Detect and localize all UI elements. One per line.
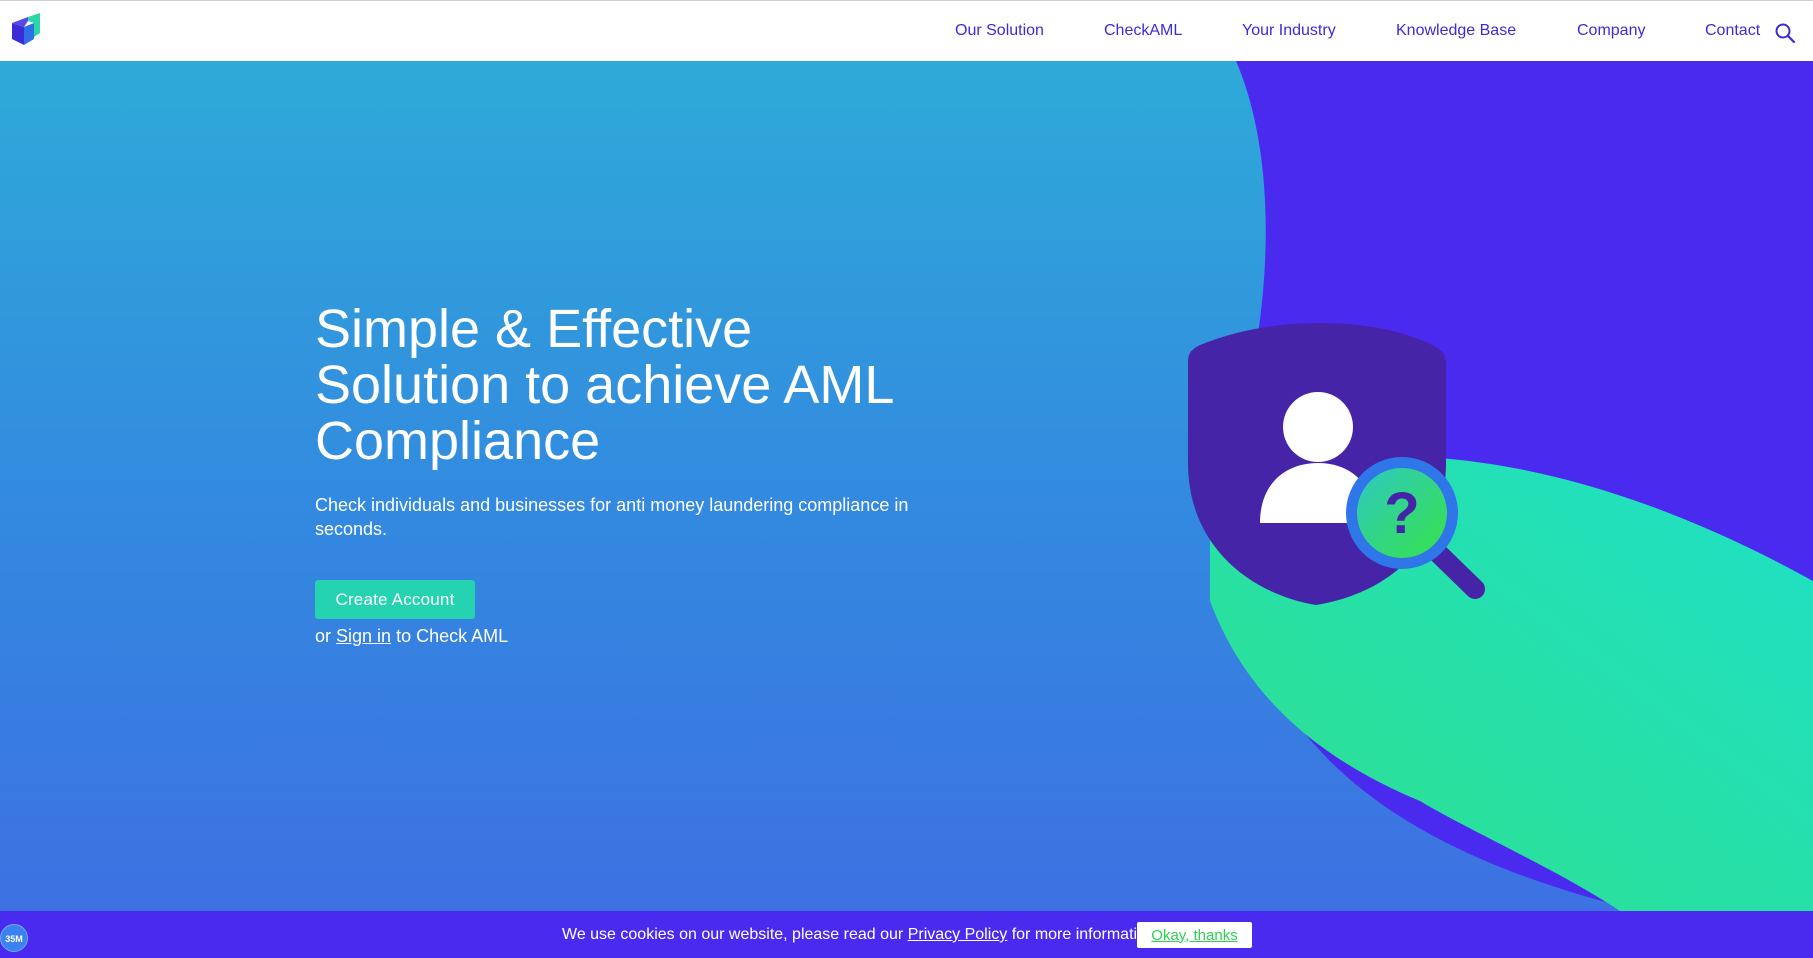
hero-title: Simple & Effective Solution to achieve A…	[315, 301, 955, 469]
nav-knowledge-base[interactable]: Knowledge Base	[1396, 22, 1516, 40]
nav-contact[interactable]: Contact	[1705, 22, 1760, 40]
cookie-text-after: for more information	[1007, 926, 1155, 943]
create-account-button[interactable]: Create Account	[315, 580, 475, 619]
nav-our-solution[interactable]: Our Solution	[955, 22, 1044, 40]
signin-link[interactable]: Sign in	[336, 626, 391, 646]
hero-subtitle: Check individuals and businesses for ant…	[315, 495, 909, 539]
cube-logo-icon[interactable]	[10, 11, 48, 49]
cookie-text-before: We use cookies on our website, please re…	[562, 926, 908, 943]
signin-line: or Sign in to Check AML	[315, 626, 508, 647]
shield-user-magnifier-icon: ?	[1188, 323, 1485, 605]
signin-prefix: or	[315, 626, 337, 646]
cookie-bar: We use cookies on our website, please re…	[0, 911, 1813, 958]
hero-section: Simple & Effective Solution to achieve A…	[0, 61, 1813, 911]
hero-title-line: Solution to achieve AML	[315, 355, 895, 415]
signin-suffix: to Check AML	[391, 626, 509, 646]
hero-background-shapes	[1210, 61, 1813, 911]
nav-company[interactable]: Company	[1577, 22, 1645, 40]
nav-your-industry[interactable]: Your Industry	[1242, 22, 1336, 40]
nav-checkaml[interactable]: CheckAML	[1104, 22, 1182, 40]
privacy-policy-link[interactable]: Privacy Policy	[908, 926, 1008, 943]
cookie-text: We use cookies on our website, please re…	[562, 926, 1155, 944]
floating-badge[interactable]: 35M	[0, 924, 28, 952]
search-icon[interactable]	[1774, 22, 1796, 44]
hero-title-line: Compliance	[315, 411, 601, 471]
hero-title-line: Simple & Effective	[315, 299, 753, 359]
question-mark: ?	[1384, 481, 1419, 546]
okay-thanks-button[interactable]: Okay, thanks	[1137, 922, 1252, 948]
site-header: Our Solution CheckAML Your Industry Know…	[0, 0, 1813, 61]
